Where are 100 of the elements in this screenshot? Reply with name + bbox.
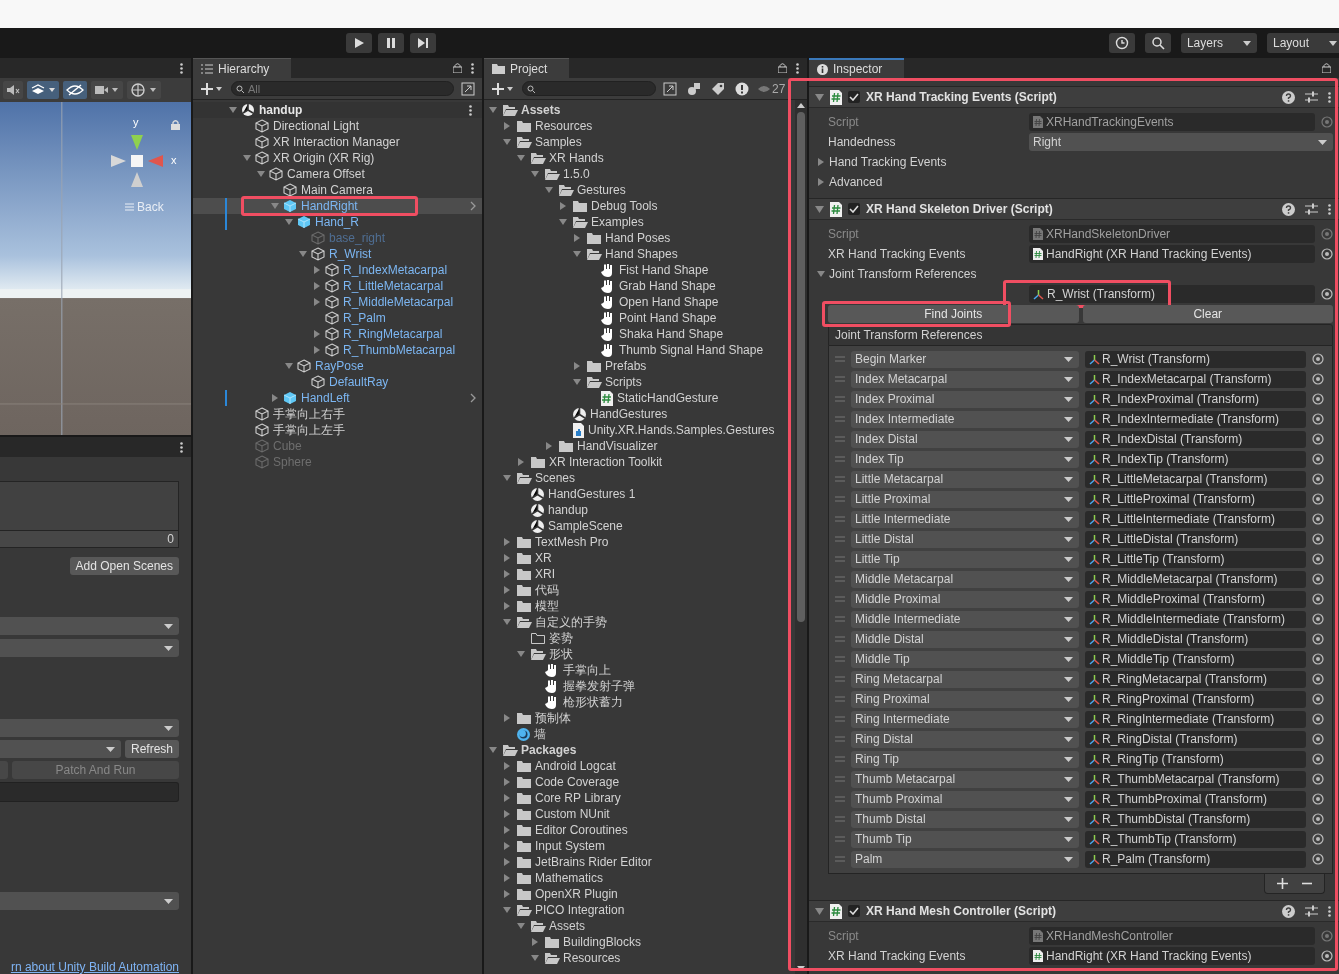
joint-dropdown[interactable]: Begin Marker [851,350,1079,368]
disclosure-triangle-icon[interactable] [503,570,511,578]
joint-dropdown[interactable]: Ring Distal [851,730,1079,748]
object-field[interactable]: R_RingDistal (Transform) [1085,730,1306,748]
object-field[interactable]: R_ThumbTip (Transform) [1085,830,1306,848]
drag-handle-icon[interactable] [835,516,845,522]
target-icon[interactable] [1312,673,1324,685]
disclosure-triangle-icon[interactable] [489,106,497,114]
disclosure-triangle-icon[interactable] [229,106,237,114]
project-item[interactable]: SampleScene [484,518,795,534]
inspector-button[interactable]: Clear [1082,305,1333,323]
hierarchy-item[interactable]: Main Camera [193,182,482,198]
object-field[interactable]: R_ThumbProximal (Transform) [1085,790,1306,808]
target-icon[interactable] [1312,433,1324,445]
object-field[interactable]: R_ThumbMetacarpal (Transform) [1085,770,1306,788]
drag-handle-icon[interactable] [835,796,845,802]
kebab-menu-icon[interactable] [1328,905,1331,917]
dropdown-field[interactable] [0,639,179,657]
hierarchy-item[interactable]: Hand_R [193,214,482,230]
disclosure-triangle-icon[interactable] [503,906,511,914]
joint-dropdown[interactable]: Palm [851,850,1079,868]
project-item[interactable]: Grab Hand Shape [484,278,795,294]
project-item[interactable]: Scripts [484,374,795,390]
project-item[interactable]: Point Hand Shape [484,310,795,326]
object-field[interactable]: R_LittleDistal (Transform) [1085,530,1306,548]
disclosure-triangle-icon[interactable] [531,954,539,962]
project-item[interactable]: 模型 [484,598,795,614]
search-button[interactable] [1144,33,1171,53]
hierarchy-item[interactable]: handup [193,102,482,118]
disclosure-triangle-icon[interactable] [313,282,321,290]
object-field[interactable]: R_MiddleDistal (Transform) [1085,630,1306,648]
drag-handle-icon[interactable] [835,496,845,502]
drag-handle-icon[interactable] [835,636,845,642]
target-icon[interactable] [1312,593,1324,605]
disclosure-triangle-icon[interactable] [313,266,321,274]
project-item[interactable]: Open Hand Shape [484,294,795,310]
disclosure-triangle-icon[interactable] [503,890,511,898]
scroll-down-icon[interactable] [797,966,805,971]
joint-dropdown[interactable]: Little Distal [851,530,1079,548]
project-item[interactable]: 代码 [484,582,795,598]
disclosure-triangle-icon[interactable] [503,554,511,562]
drag-handle-icon[interactable] [835,396,845,402]
dropdown-field[interactable] [0,719,179,737]
target-icon[interactable] [1321,288,1333,300]
object-field[interactable]: R_RingProximal (Transform) [1085,690,1306,708]
object-field[interactable]: R_IndexProximal (Transform) [1085,390,1306,408]
project-item[interactable]: Samples [484,134,795,150]
kebab-menu-icon[interactable] [180,62,183,74]
disclosure-triangle-icon[interactable] [559,218,567,226]
dropdown-field[interactable] [0,617,179,635]
project-item[interactable]: JetBrains Rider Editor [484,854,795,870]
add-scenes-button[interactable]: Add Open Scenes [69,557,179,575]
project-item[interactable]: HandGestures 1 [484,486,795,502]
joint-dropdown[interactable]: Little Metacarpal [851,470,1079,488]
target-icon[interactable] [1312,793,1324,805]
foldout[interactable]: Hand Tracking Events [809,152,1333,172]
joint-dropdown[interactable]: Index Tip [851,450,1079,468]
project-tab[interactable]: Project [484,58,570,78]
layout-dropdown[interactable]: Layout [1266,33,1339,53]
project-item[interactable]: Gestures [484,182,795,198]
project-item[interactable]: 握拳发射子弹 [484,678,795,694]
drag-handle-icon[interactable] [835,476,845,482]
drag-handle-icon[interactable] [835,436,845,442]
drag-handle-icon[interactable] [835,696,845,702]
drag-handle-icon[interactable] [835,816,845,822]
disclosure-triangle-icon[interactable] [503,714,511,722]
eye-icon[interactable] [758,84,770,93]
project-item[interactable]: BuildingBlocks [484,934,795,950]
target-icon[interactable] [1312,753,1324,765]
add-icon[interactable] [1277,878,1288,889]
drag-handle-icon[interactable] [835,856,845,862]
object-field[interactable]: R_LittleIntermediate (Transform) [1085,510,1306,528]
kebab-menu-icon[interactable] [1328,203,1331,215]
disclosure-triangle-icon[interactable] [517,650,525,658]
disclosure-triangle-icon[interactable] [545,186,553,194]
disclosure-triangle-icon[interactable] [545,442,553,450]
disclosure-triangle-icon[interactable] [257,170,265,178]
project-item[interactable]: Fist Hand Shape [484,262,795,278]
hierarchy-item[interactable]: HandRight [193,198,482,214]
hierarchy-item[interactable]: HandLeft [193,390,482,406]
search-field[interactable] [522,81,656,96]
disclosure-triangle-icon[interactable] [573,378,581,386]
kebab-menu-icon[interactable] [1328,91,1331,103]
object-field[interactable]: R_MiddleIntermediate (Transform) [1085,610,1306,628]
component-header[interactable]: XR Hand Mesh Controller (Script) [809,901,1339,922]
target-icon[interactable] [1312,353,1324,365]
project-item[interactable]: 1.5.0 [484,166,795,182]
joint-dropdown[interactable]: Ring Metacarpal [851,670,1079,688]
drag-handle-icon[interactable] [835,656,845,662]
target-icon[interactable] [1321,228,1333,240]
gizmo-icon[interactable] [127,81,161,99]
project-item[interactable]: Assets [484,918,795,934]
target-icon[interactable] [1312,393,1324,405]
disclosure-triangle-icon[interactable] [503,474,511,482]
project-item[interactable]: 自定义的手势 [484,614,795,630]
target-icon[interactable] [1312,813,1324,825]
project-item[interactable]: Hand Shapes [484,246,795,262]
object-field[interactable]: R_Palm (Transform) [1085,850,1306,868]
scroll-up-icon[interactable] [797,103,805,108]
search-field[interactable]: All [231,81,454,96]
